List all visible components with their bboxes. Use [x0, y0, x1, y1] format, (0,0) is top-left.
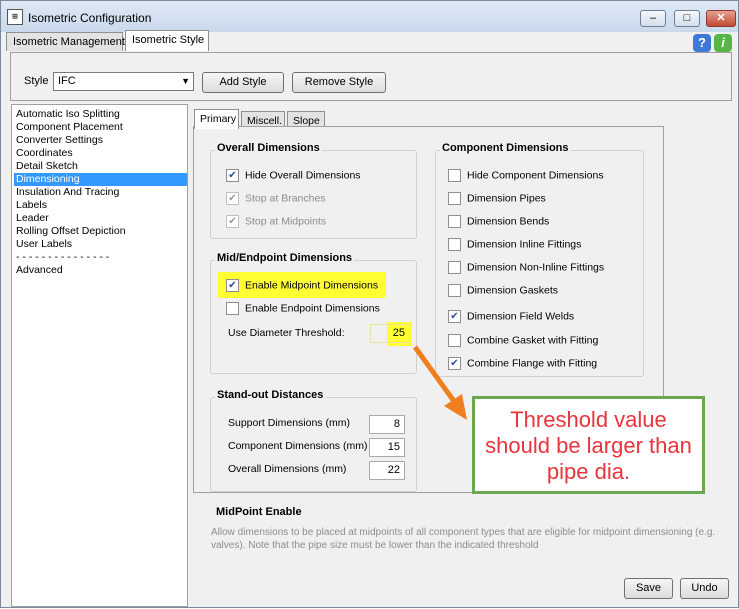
annotation-callout: Threshold value should be larger than pi…: [472, 396, 705, 494]
annotation-arrow: [412, 345, 467, 420]
tab-isometric-style[interactable]: Isometric Style: [125, 30, 209, 51]
isometric-configuration-window: ⊞ Isometric Configuration – □ ✕ Isometri…: [0, 0, 739, 608]
annotation-arrow-shaft: [412, 345, 459, 406]
annotation-arrow-head: [444, 394, 467, 420]
tab-primary[interactable]: Primary: [194, 109, 239, 129]
